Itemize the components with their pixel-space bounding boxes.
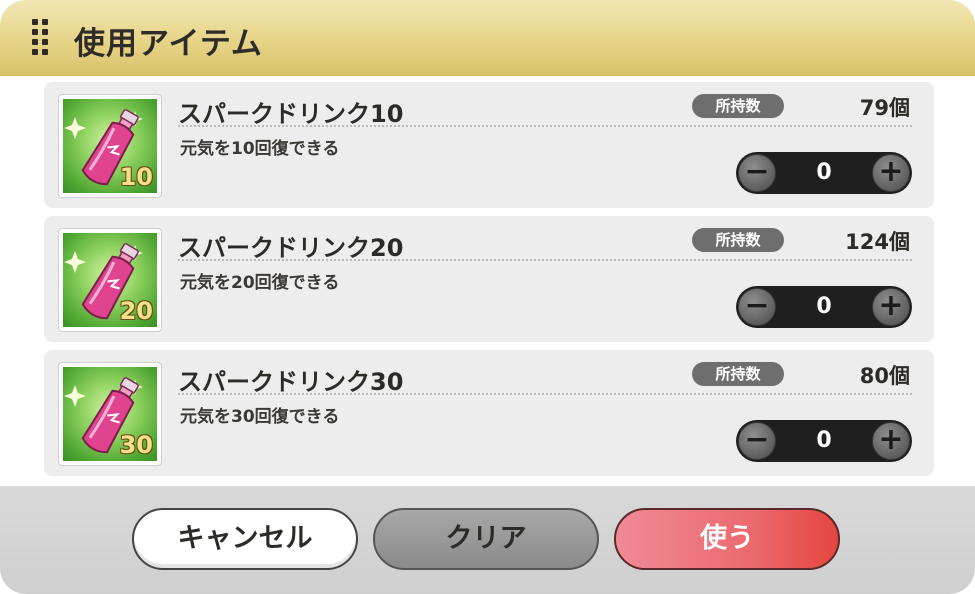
drag-handle-icon[interactable] [32, 19, 48, 57]
owned-label-badge: 所持数 [692, 228, 784, 252]
item-name: スパークドリンク20 [178, 234, 404, 262]
clear-button[interactable]: クリア [373, 508, 599, 570]
owned-count: 80個 [859, 364, 910, 388]
use-item-dialog: 使用アイテム 10 スパークドリンク10 元気を10回復できる 所持数 79個 … [0, 0, 975, 594]
owned-label-badge: 所持数 [692, 362, 784, 386]
dialog-title: 使用アイテム [74, 26, 263, 62]
decrement-button[interactable]: − [738, 154, 776, 192]
owned-label-badge: 所持数 [692, 94, 784, 118]
increment-button[interactable]: + [872, 154, 910, 192]
quantity-value: 0 [816, 160, 832, 185]
item-description: 元気を10回復できる [180, 139, 340, 159]
item-list: 10 スパークドリンク10 元気を10回復できる 所持数 79個 − 0 + 2… [0, 76, 975, 486]
owned-count: 79個 [859, 96, 910, 120]
dialog-footer: キャンセル クリア 使う [0, 486, 975, 594]
quantity-stepper: − 0 + [736, 420, 912, 462]
cancel-button[interactable]: キャンセル [132, 508, 358, 570]
item-description: 元気を30回復できる [180, 407, 340, 427]
quantity-stepper: − 0 + [736, 152, 912, 194]
item-description: 元気を20回復できる [180, 273, 340, 293]
use-button[interactable]: 使う [614, 508, 840, 570]
divider [178, 125, 912, 127]
quantity-value: 0 [816, 428, 832, 453]
dialog-header: 使用アイテム [0, 0, 975, 77]
divider [178, 393, 912, 395]
list-item: 30 スパークドリンク30 元気を30回復できる 所持数 80個 − 0 + [44, 350, 934, 476]
item-name: スパークドリンク30 [178, 368, 404, 396]
list-item: 10 スパークドリンク10 元気を10回復できる 所持数 79個 − 0 + [44, 82, 934, 208]
divider [178, 259, 912, 261]
quantity-stepper: − 0 + [736, 286, 912, 328]
item-quantity-badge: 20 [119, 297, 153, 325]
item-quantity-badge: 10 [119, 163, 153, 191]
owned-count: 124個 [845, 230, 910, 254]
decrement-button[interactable]: − [738, 422, 776, 460]
item-name: スパークドリンク10 [178, 100, 404, 128]
item-thumbnail: 30 [58, 362, 162, 466]
quantity-value: 0 [816, 294, 832, 319]
item-quantity-badge: 30 [119, 431, 153, 459]
list-item: 20 スパークドリンク20 元気を20回復できる 所持数 124個 − 0 + [44, 216, 934, 342]
item-thumbnail: 10 [58, 94, 162, 198]
increment-button[interactable]: + [872, 288, 910, 326]
decrement-button[interactable]: − [738, 288, 776, 326]
item-thumbnail: 20 [58, 228, 162, 332]
increment-button[interactable]: + [872, 422, 910, 460]
